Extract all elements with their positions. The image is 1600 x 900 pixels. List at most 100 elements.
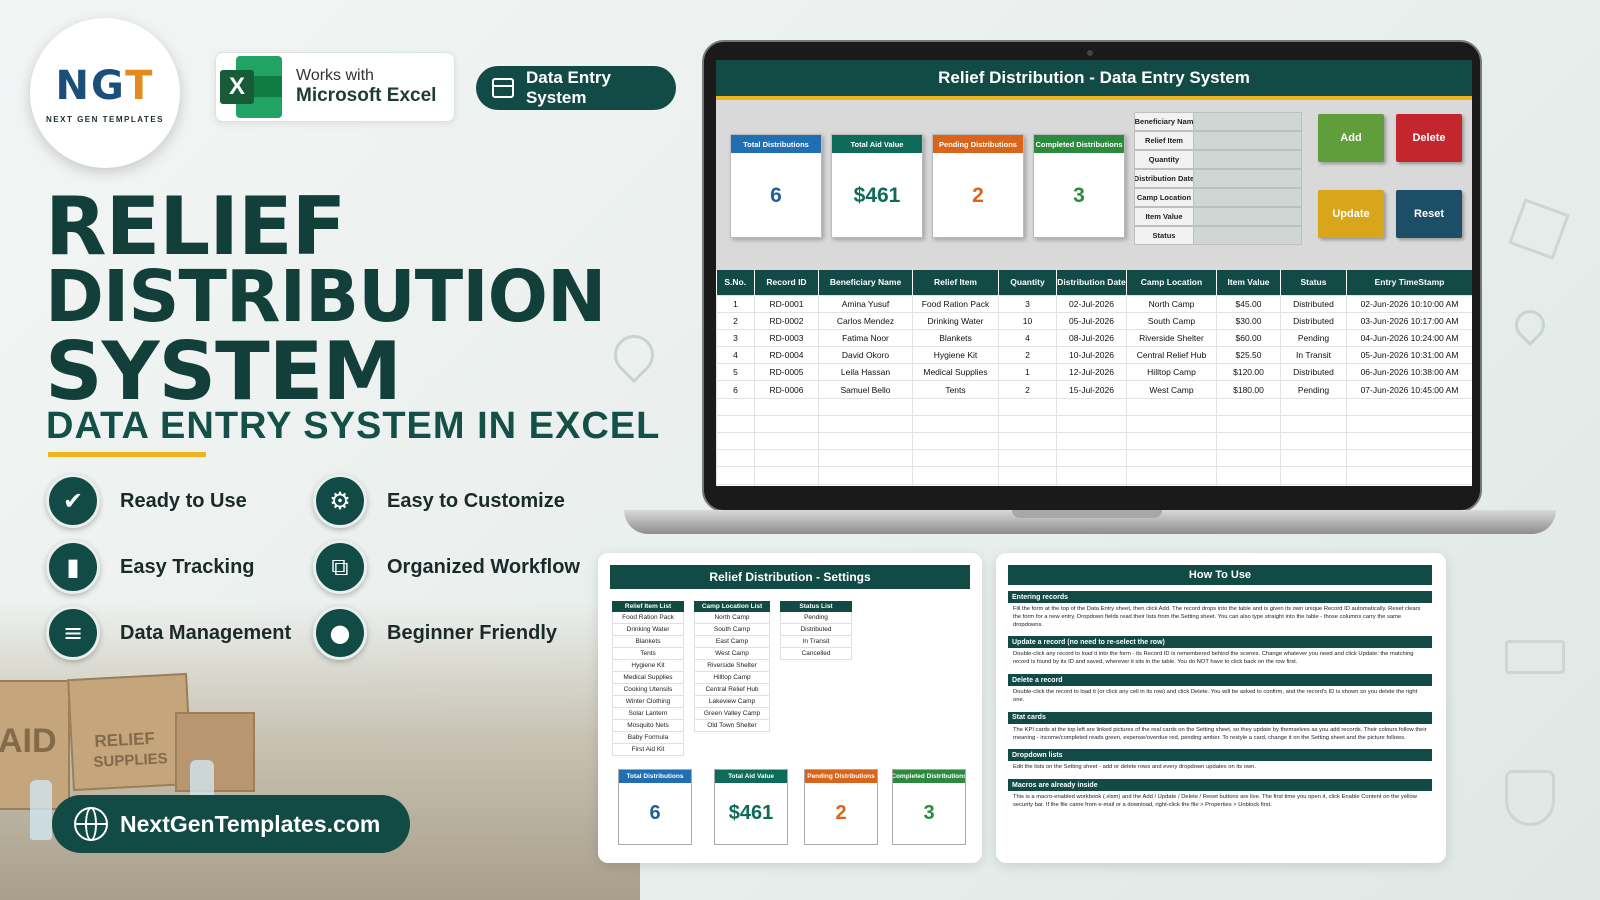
table-cell[interactable]: South Camp (1126, 311, 1217, 330)
table-cell[interactable] (716, 414, 755, 434)
table-cell[interactable]: Carlos Mendez (818, 311, 913, 330)
table-cell[interactable]: $30.00 (1216, 311, 1281, 330)
table-cell[interactable] (1346, 414, 1472, 434)
table-cell[interactable]: 1 (716, 294, 755, 313)
table-cell[interactable] (1280, 483, 1347, 486)
table-cell[interactable]: Tents (912, 380, 999, 399)
table-cell[interactable]: $120.00 (1216, 363, 1281, 382)
table-row[interactable]: 3 RD-0003 Fatima Noor Blankets 4 08-Jul-2026 R… (716, 328, 1472, 348)
table-cell[interactable] (754, 414, 819, 434)
empty-table-row[interactable] (716, 431, 1472, 451)
table-cell[interactable] (912, 449, 999, 468)
table-cell[interactable]: RD-0003 (754, 328, 819, 348)
table-cell[interactable] (998, 466, 1057, 485)
table-cell[interactable] (1126, 466, 1217, 485)
table-cell[interactable]: Distributed (1280, 294, 1347, 313)
table-row[interactable]: 4 RD-0004 David Okoro Hygiene Kit 2 10-Jul-20… (716, 346, 1472, 365)
table-cell[interactable] (912, 397, 999, 416)
reset-button[interactable]: Reset (1396, 190, 1462, 238)
table-row[interactable]: 5 RD-0005 Leila Hassan Medical Supplies 1 12-… (716, 363, 1472, 382)
table-cell[interactable] (1126, 449, 1217, 468)
table-cell[interactable]: 15-Jul-2026 (1056, 380, 1127, 399)
table-cell[interactable] (998, 414, 1057, 434)
table-cell[interactable] (1280, 431, 1347, 451)
table-cell[interactable] (754, 449, 819, 468)
table-cell[interactable]: $180.00 (1216, 380, 1281, 399)
table-cell[interactable] (1280, 466, 1347, 485)
table-cell[interactable] (1126, 483, 1217, 486)
table-cell[interactable]: Samuel Bello (818, 380, 913, 399)
table-cell[interactable] (818, 449, 913, 468)
table-cell[interactable] (1216, 466, 1281, 485)
table-cell[interactable] (1216, 431, 1281, 451)
table-cell[interactable]: 1 (998, 363, 1057, 382)
empty-table-row[interactable] (716, 449, 1472, 468)
table-cell[interactable]: Amina Yusuf (818, 294, 913, 313)
table-cell[interactable]: 05-Jun-2026 10:31:00 AM (1346, 346, 1472, 365)
table-cell[interactable]: Hygiene Kit (912, 346, 999, 365)
table-cell[interactable] (754, 397, 819, 416)
table-cell[interactable]: Pending (1280, 380, 1347, 399)
table-cell[interactable] (1056, 466, 1127, 485)
table-cell[interactable]: 6 (716, 380, 755, 399)
camp-location-input[interactable] (1194, 188, 1302, 207)
table-cell[interactable] (716, 449, 755, 468)
empty-table-row[interactable] (716, 466, 1472, 485)
table-cell[interactable]: 05-Jul-2026 (1056, 311, 1127, 330)
table-cell[interactable]: 10-Jul-2026 (1056, 346, 1127, 365)
table-cell[interactable] (1346, 397, 1472, 416)
table-cell[interactable]: 3 (998, 294, 1057, 313)
quantity-input[interactable] (1194, 150, 1302, 169)
table-cell[interactable]: Hilltop Camp (1126, 363, 1217, 382)
update-button[interactable]: Update (1318, 190, 1384, 238)
table-cell[interactable] (1346, 431, 1472, 451)
table-cell[interactable]: 02-Jun-2026 10:10:00 AM (1346, 294, 1472, 313)
table-cell[interactable]: $25.50 (1216, 346, 1281, 365)
table-cell[interactable]: Central Relief Hub (1126, 346, 1217, 365)
table-cell[interactable] (912, 466, 999, 485)
table-cell[interactable] (1126, 431, 1217, 451)
table-cell[interactable]: $45.00 (1216, 294, 1281, 313)
table-cell[interactable] (818, 414, 913, 434)
table-cell[interactable] (1056, 414, 1127, 434)
table-cell[interactable] (1280, 397, 1347, 416)
table-cell[interactable]: 2 (998, 346, 1057, 365)
empty-table-row[interactable] (716, 414, 1472, 434)
table-cell[interactable] (818, 483, 913, 486)
table-cell[interactable]: 4 (716, 346, 755, 365)
table-cell[interactable] (716, 397, 755, 416)
table-cell[interactable] (1346, 449, 1472, 468)
table-cell[interactable] (1216, 414, 1281, 434)
table-cell[interactable] (912, 431, 999, 451)
table-cell[interactable]: North Camp (1126, 294, 1217, 313)
table-cell[interactable] (716, 431, 755, 451)
table-cell[interactable] (1056, 397, 1127, 416)
table-cell[interactable] (1280, 449, 1347, 468)
table-cell[interactable] (754, 431, 819, 451)
distribution-date-input[interactable] (1194, 169, 1302, 188)
table-row[interactable]: 2 RD-0002 Carlos Mendez Drinking Water 10 05-… (716, 311, 1472, 330)
table-cell[interactable]: 5 (716, 363, 755, 382)
table-cell[interactable]: Distributed (1280, 311, 1347, 330)
table-cell[interactable]: RD-0004 (754, 346, 819, 365)
table-cell[interactable] (998, 483, 1057, 486)
empty-table-row[interactable] (716, 397, 1472, 416)
delete-button[interactable]: Delete (1396, 114, 1462, 162)
table-cell[interactable] (716, 466, 755, 485)
table-cell[interactable] (1056, 483, 1127, 486)
table-row[interactable]: 1 RD-0001 Amina Yusuf Food Ration Pack 3 02-J… (716, 294, 1472, 313)
table-cell[interactable] (998, 431, 1057, 451)
table-cell[interactable] (1346, 466, 1472, 485)
table-cell[interactable]: Pending (1280, 328, 1347, 348)
table-cell[interactable] (912, 483, 999, 486)
item-value-input[interactable] (1194, 207, 1302, 226)
status-input[interactable] (1194, 226, 1302, 245)
table-cell[interactable]: 07-Jun-2026 10:45:00 AM (1346, 380, 1472, 399)
table-cell[interactable]: 2 (716, 311, 755, 330)
table-cell[interactable] (1346, 483, 1472, 486)
table-cell[interactable] (912, 414, 999, 434)
table-cell[interactable] (1126, 397, 1217, 416)
table-cell[interactable]: 08-Jul-2026 (1056, 328, 1127, 348)
table-cell[interactable] (1126, 414, 1217, 434)
table-cell[interactable]: Medical Supplies (912, 363, 999, 382)
